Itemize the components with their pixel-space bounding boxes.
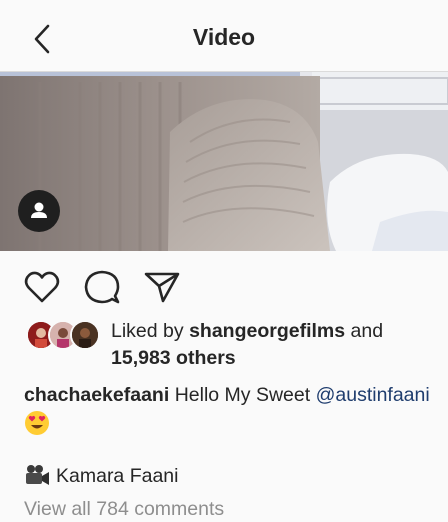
- caption-text: Hello My Sweet: [174, 384, 311, 406]
- heart-outline-icon[interactable]: [22, 267, 62, 307]
- top-bar: Video: [0, 0, 448, 72]
- person-icon[interactable]: [18, 190, 60, 232]
- caption-username[interactable]: chachaekefaani: [24, 384, 169, 406]
- video-player[interactable]: [0, 72, 448, 251]
- video-credit: Kamara Faani: [24, 463, 178, 489]
- likes-prefix: Liked by: [111, 320, 184, 342]
- view-all-comments-link[interactable]: View all 784 comments: [24, 496, 224, 522]
- likes-and: and: [350, 320, 384, 342]
- post-caption: chachaekefaani Hello My Sweet @austinfaa…: [24, 382, 448, 409]
- comment-icon[interactable]: [82, 267, 122, 307]
- caption-mention[interactable]: @austinfaani: [316, 384, 430, 406]
- heart-eyes-emoji: [24, 410, 50, 436]
- liker-username[interactable]: shangeorgefilms: [189, 320, 345, 342]
- liker-avatars[interactable]: [26, 320, 106, 352]
- likes-section: Liked by shangeorgefilms and 15,983 othe…: [26, 318, 446, 372]
- page-title: Video: [192, 24, 256, 50]
- movie-camera-icon: [24, 464, 50, 486]
- likes-count[interactable]: 15,983 others: [111, 347, 236, 369]
- avatar: [70, 320, 100, 350]
- likes-text: Liked by shangeorgefilms and 15,983 othe…: [111, 318, 446, 372]
- credit-text: Kamara Faani: [56, 465, 179, 487]
- post-actions: [0, 264, 448, 310]
- video-frame: [0, 72, 448, 251]
- paper-plane-icon[interactable]: [142, 267, 182, 307]
